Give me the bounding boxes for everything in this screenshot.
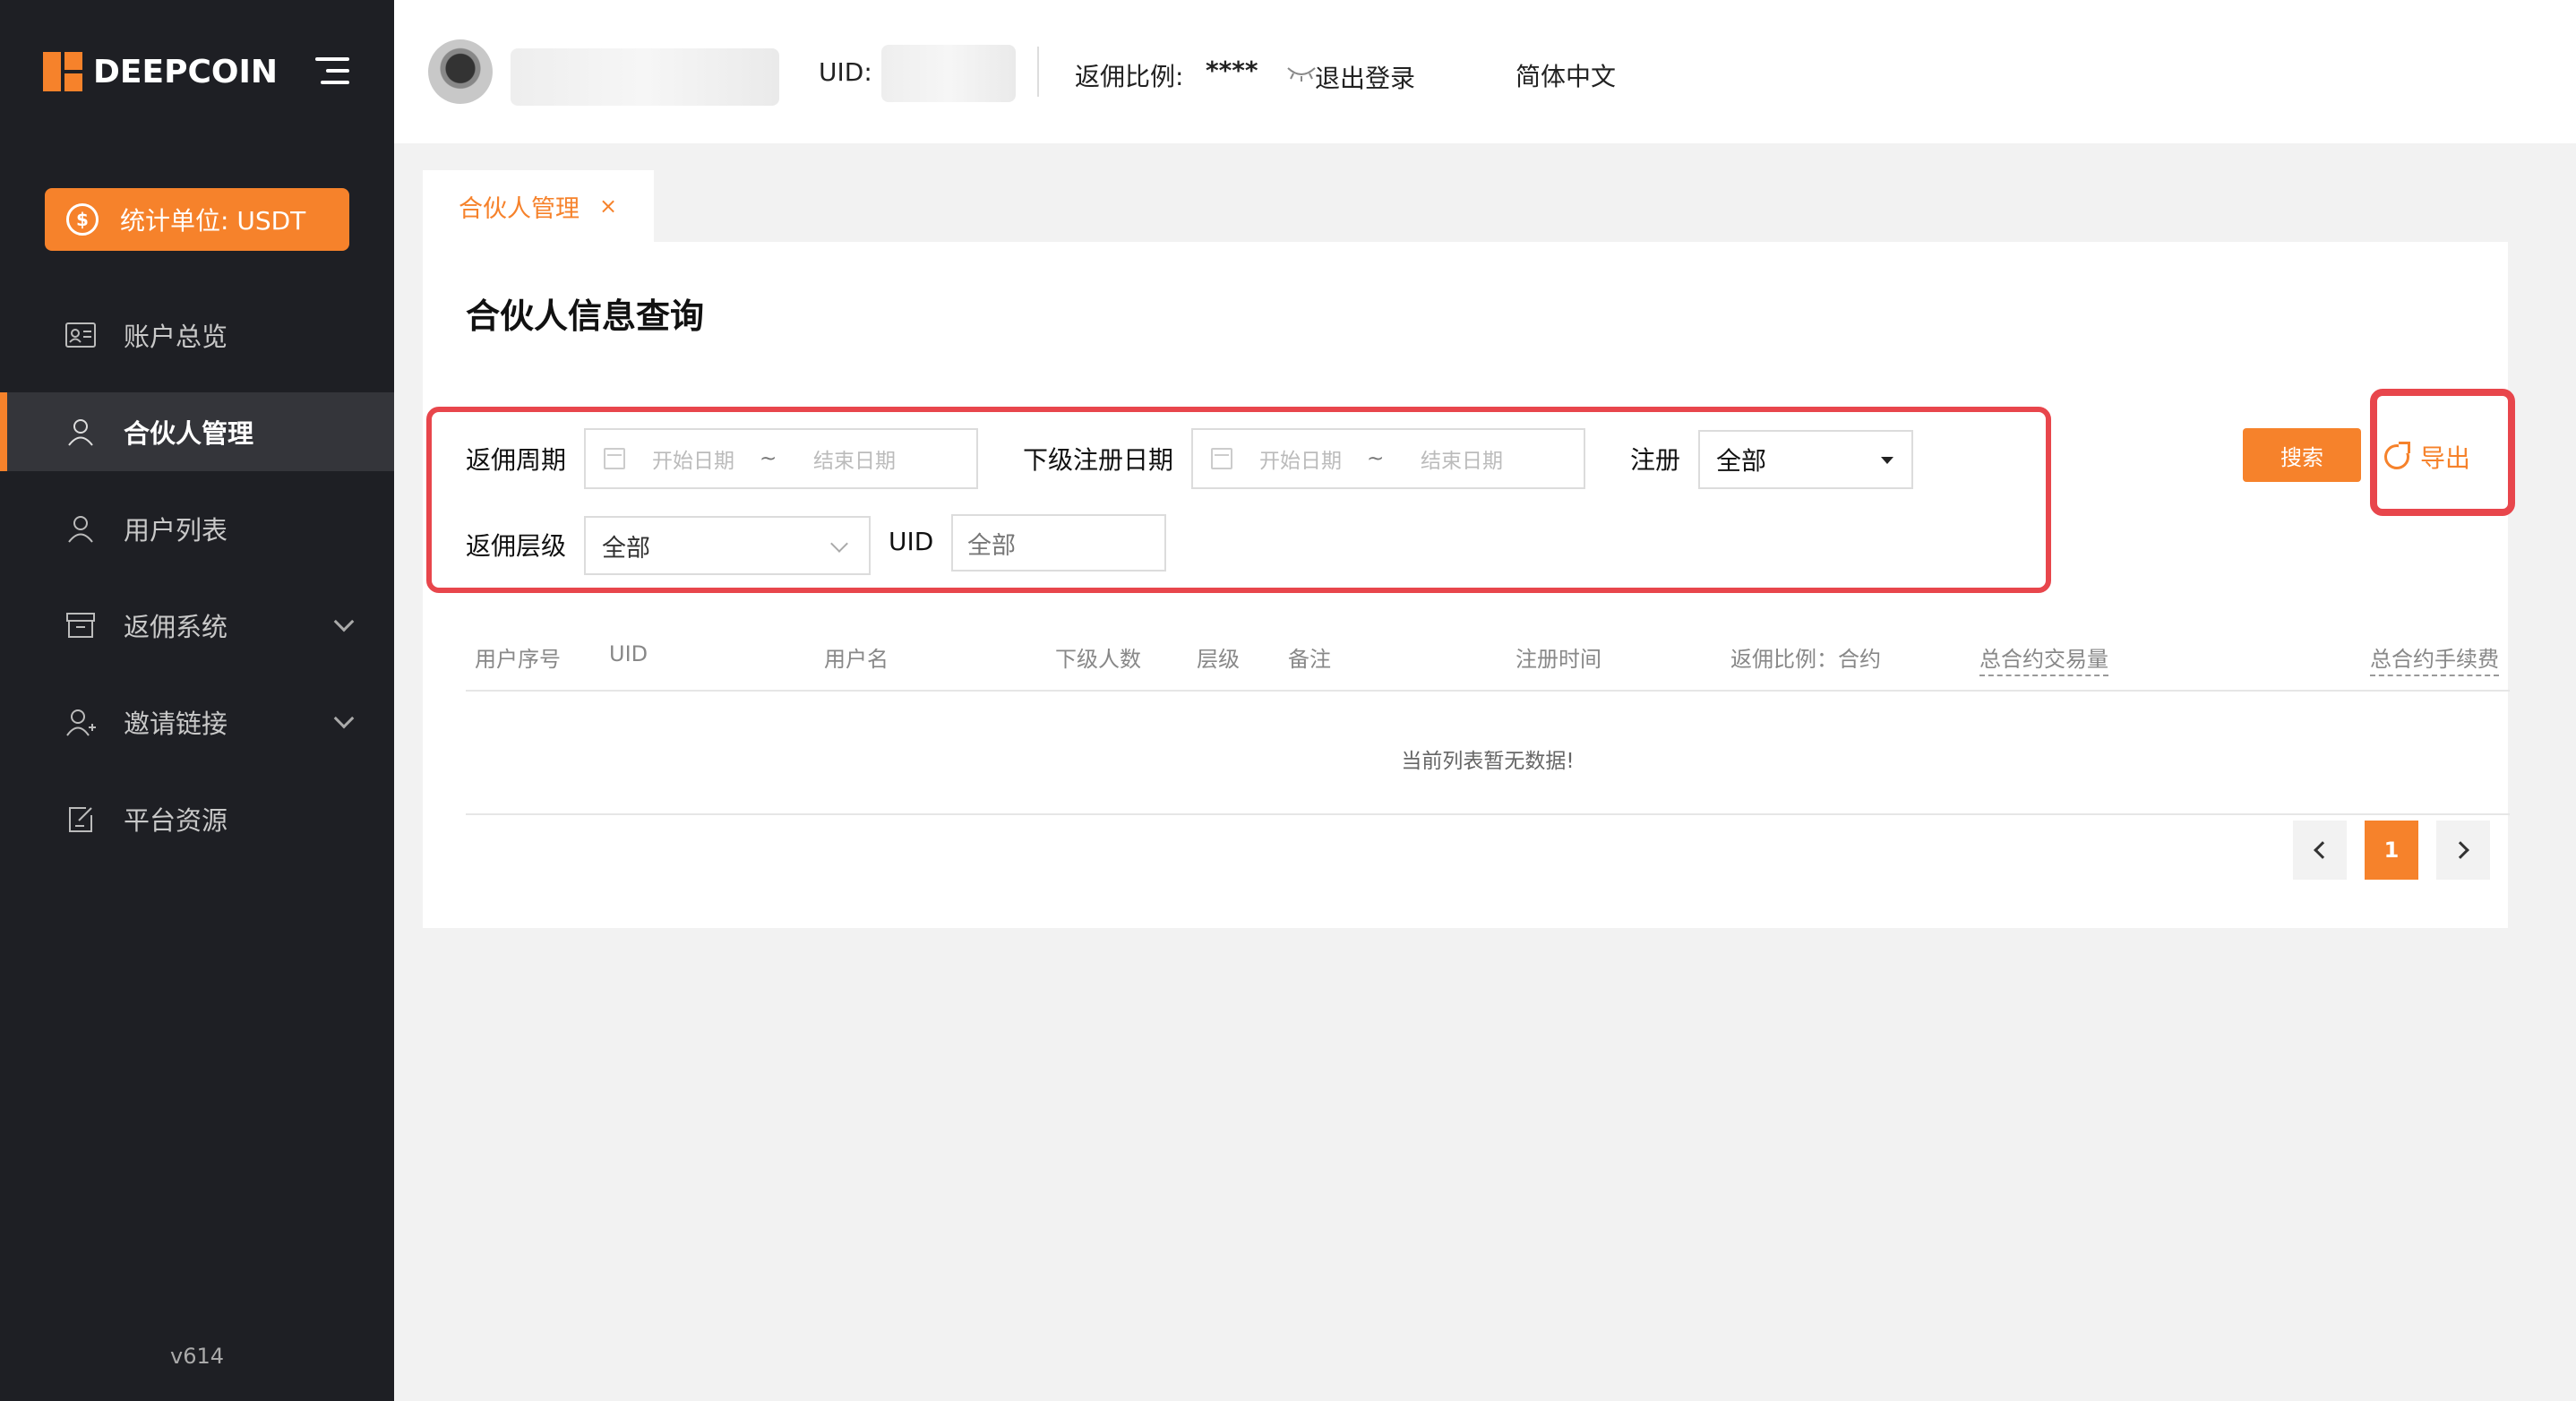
box-icon — [64, 609, 97, 641]
export-icon — [2384, 442, 2410, 469]
page-1-button[interactable]: 1 — [2365, 821, 2418, 880]
uid-label: UID: — [819, 57, 872, 87]
chevron-down-icon[interactable] — [333, 708, 355, 729]
user-icon — [64, 416, 97, 448]
version-label: v614 — [169, 1344, 224, 1369]
col-level[interactable]: 层级 — [1197, 641, 1240, 673]
menu-collapse-icon[interactable] — [315, 57, 349, 84]
chevron-down-icon[interactable] — [333, 611, 355, 632]
header-divider — [1037, 47, 1039, 97]
search-button[interactable]: 搜索 — [2243, 428, 2361, 482]
reg-start-input[interactable]: 开始日期 — [1259, 443, 1367, 474]
eye-closed-icon[interactable] — [1286, 64, 1317, 82]
close-icon[interactable]: × — [599, 193, 617, 219]
chevron-right-icon — [2451, 841, 2469, 859]
caret-down-icon — [1881, 457, 1893, 464]
logout-button[interactable]: 退出登录 — [1315, 59, 1415, 95]
col-user-seq[interactable]: 用户序号 — [475, 641, 561, 673]
deepcoin-logo-icon — [43, 52, 82, 91]
sidebar-item-label: 合伙人管理 — [124, 418, 254, 449]
prev-page-button[interactable] — [2293, 821, 2347, 880]
id-card-icon — [64, 319, 97, 351]
table-header: 用户序号 UID 用户名 下级人数 层级 备注 注册时间 返佣比例：合约 总合约… — [466, 636, 2510, 692]
col-username[interactable]: 用户名 — [824, 641, 889, 673]
calendar-icon — [604, 448, 625, 469]
stat-unit-label: 统计单位: USDT — [120, 206, 306, 236]
period-end-input[interactable]: 结束日期 — [813, 443, 896, 474]
export-label: 导出 — [2420, 443, 2471, 473]
uid-filter-label: UID — [889, 527, 934, 556]
stat-unit-button[interactable]: $ 统计单位: USDT — [45, 188, 349, 251]
sidebar-item-label: 平台资源 — [124, 805, 228, 836]
sidebar-item-rebate-system[interactable]: 返佣系统 — [0, 586, 394, 665]
calendar-icon — [1211, 448, 1232, 469]
current-page[interactable]: 1 — [2365, 821, 2418, 880]
sub-register-date-label: 下级注册日期 — [1023, 445, 1174, 475]
period-start-input[interactable]: 开始日期 — [652, 443, 760, 474]
col-remark[interactable]: 备注 — [1288, 641, 1331, 673]
uid-filter-placeholder: 全部 — [967, 531, 1016, 560]
sidebar-item-invite-link[interactable]: 邀请链接 — [0, 683, 394, 761]
tab-partner-management[interactable]: 合伙人管理 × — [423, 170, 654, 242]
register-select-value: 全部 — [1716, 446, 1767, 476]
col-sub-count[interactable]: 下级人数 — [1055, 641, 1141, 673]
language-selector[interactable]: 简体中文 — [1516, 57, 1616, 93]
register-select[interactable]: 全部 — [1698, 430, 1913, 489]
chevron-down-icon — [830, 535, 848, 553]
table-divider — [466, 813, 2510, 815]
range-separator: ~ — [1367, 447, 1385, 470]
page-title: 合伙人信息查询 — [466, 297, 705, 336]
chevron-left-icon — [2314, 841, 2331, 859]
sidebar-item-account-overview[interactable]: 账户总览 — [0, 296, 394, 374]
brand-name: DEEPCOIN — [93, 53, 278, 90]
range-separator: ~ — [760, 447, 777, 470]
sidebar-item-partner-management[interactable]: 合伙人管理 — [0, 392, 394, 471]
edit-doc-icon — [64, 803, 97, 835]
avatar[interactable] — [428, 39, 493, 104]
user-icon — [64, 512, 97, 545]
rebate-level-select[interactable]: 全部 — [584, 516, 871, 575]
reg-end-input[interactable]: 结束日期 — [1421, 443, 1503, 474]
rebate-ratio-label: 返佣比例: — [1075, 62, 1184, 91]
dollar-coin-icon: $ — [66, 203, 99, 236]
empty-table-message: 当前列表暂无数据! — [1401, 750, 1575, 773]
sidebar-item-label: 账户总览 — [124, 322, 228, 352]
col-uid[interactable]: UID — [609, 641, 648, 666]
top-header: UID: 返佣比例: **** 退出登录 简体中文 — [394, 0, 2576, 143]
col-rebate-ratio-contract[interactable]: 返佣比例：合约 — [1730, 641, 1881, 673]
rebate-ratio-value: **** — [1206, 56, 1258, 85]
rebate-level-value: 全部 — [602, 534, 650, 563]
col-total-contract-volume[interactable]: 总合约交易量 — [1979, 641, 2108, 676]
col-register-time[interactable]: 注册时间 — [1516, 641, 1601, 673]
sidebar-item-label: 邀请链接 — [124, 709, 228, 739]
sidebar-item-platform-resources[interactable]: 平台资源 — [0, 779, 394, 858]
sub-register-date-range[interactable]: 开始日期 ~ 结束日期 — [1191, 428, 1585, 489]
sidebar-item-user-list[interactable]: 用户列表 — [0, 489, 394, 568]
sidebar-item-label: 用户列表 — [124, 515, 228, 546]
main-card: 合伙人信息查询 返佣周期 开始日期 ~ 结束日期 下级注册日期 开始日期 ~ 结… — [423, 242, 2515, 928]
next-page-button[interactable] — [2436, 821, 2490, 880]
register-label: 注册 — [1630, 445, 1681, 475]
username-redacted — [511, 48, 779, 106]
uid-redacted — [881, 45, 1016, 102]
rebate-period-label: 返佣周期 — [466, 445, 567, 475]
user-add-icon — [64, 706, 97, 738]
export-button[interactable]: 导出 — [2384, 439, 2470, 475]
rebate-period-range[interactable]: 开始日期 ~ 结束日期 — [584, 428, 978, 489]
rebate-level-label: 返佣层级 — [466, 531, 567, 561]
sidebar-item-label: 返佣系统 — [124, 612, 228, 642]
logo[interactable]: DEEPCOIN — [43, 52, 278, 91]
sidebar: DEEPCOIN $ 统计单位: USDT 账户总览 合伙人管理 用户列表 返佣… — [0, 0, 394, 1401]
tab-label: 合伙人管理 — [459, 194, 580, 223]
uid-filter-input[interactable]: 全部 — [951, 514, 1166, 572]
col-total-contract-fee[interactable]: 总合约手续费 — [2370, 641, 2499, 676]
sidebar-nav: 账户总览 合伙人管理 用户列表 返佣系统 邀请链接 平台资源 — [0, 296, 394, 876]
